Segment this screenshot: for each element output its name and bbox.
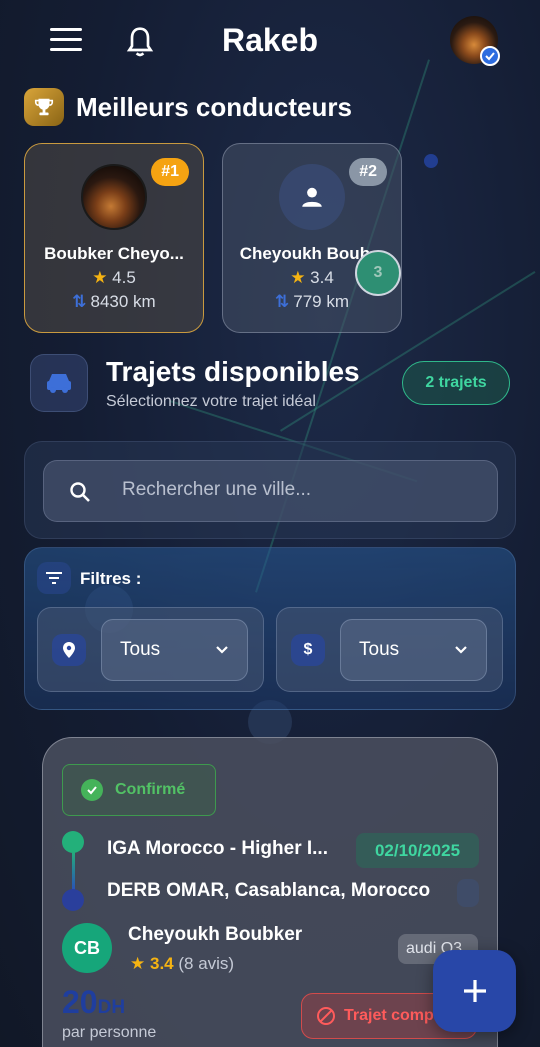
trophy-icon <box>24 88 64 126</box>
distance-icon: ⇅ <box>72 292 87 311</box>
block-icon <box>317 1007 335 1025</box>
route-marker <box>457 879 479 907</box>
search-input[interactable]: Rechercher une ville... <box>43 460 498 522</box>
distance-icon: ⇅ <box>275 292 290 311</box>
trips-subtitle: Sélectionnez votre trajet idéal <box>106 393 316 410</box>
add-trip-button[interactable] <box>433 950 516 1032</box>
location-select-value: Tous <box>120 639 161 660</box>
route-end-dot <box>62 889 84 911</box>
star-icon: ★ <box>290 268 306 287</box>
filter-icon <box>37 562 71 594</box>
verified-check-icon <box>480 46 500 66</box>
chevron-down-icon <box>215 642 229 660</box>
trip-destination: DERB OMAR, Casablanca, Morocco <box>107 880 431 901</box>
driver-card[interactable]: #2 Cheyoukh Boub... ★ 3.4 ⇅ 779 km <box>222 143 402 333</box>
search-icon <box>68 480 92 509</box>
driver-rating: ★ 4.5 <box>92 268 136 287</box>
car-icon <box>30 354 88 412</box>
background-glow <box>424 154 438 168</box>
driver-avatar <box>81 164 147 230</box>
price-select-value: Tous <box>359 639 400 660</box>
driver-name: Boubker Cheyo... <box>44 244 184 263</box>
driver-initials-avatar: CB <box>62 923 112 973</box>
status-badge: Confirmé <box>62 764 216 816</box>
price-unit: par personne <box>62 1024 157 1041</box>
star-icon: ★ <box>130 954 146 973</box>
rank-badge: #2 <box>349 158 387 186</box>
price-select[interactable]: Tous <box>340 619 487 681</box>
plus-icon <box>463 980 486 1002</box>
person-icon <box>279 164 345 230</box>
trip-price: 20DH <box>62 984 126 1020</box>
filters-panel: Filtres : Tous $ Tous <box>24 547 516 710</box>
top-drivers-title: Meilleurs conducteurs <box>76 92 352 122</box>
route-line <box>72 851 75 891</box>
route-start-dot <box>62 831 84 853</box>
check-circle-icon <box>81 779 103 801</box>
trip-card[interactable]: Confirmé IGA Morocco - Higher I... 02/10… <box>42 737 498 1047</box>
price-filter: $ Tous <box>276 607 503 692</box>
location-pin-icon <box>52 634 86 666</box>
trips-title: Trajets disponibles <box>106 356 360 387</box>
location-select[interactable]: Tous <box>101 619 248 681</box>
search-panel: Rechercher une ville... <box>24 441 516 539</box>
trip-driver-name: Cheyoukh Boubker <box>128 924 303 945</box>
chevron-down-icon <box>454 642 468 660</box>
trips-count-badge: 2 trajets <box>402 361 510 405</box>
floating-count-badge: 3 <box>355 250 401 296</box>
app-header: Rakeb <box>0 0 540 84</box>
dollar-icon: $ <box>291 634 325 666</box>
trip-date: 02/10/2025 <box>356 833 479 868</box>
driver-card[interactable]: #1 Boubker Cheyo... ★ 4.5 ⇅ 8430 km <box>24 143 204 333</box>
location-filter: Tous <box>37 607 264 692</box>
search-placeholder: Rechercher une ville... <box>122 479 312 500</box>
rank-badge: #1 <box>151 158 189 186</box>
star-icon: ★ <box>92 268 108 287</box>
filters-label: Filtres : <box>80 569 142 588</box>
trip-departure: IGA Morocco - Higher I... <box>107 838 328 859</box>
trip-driver-rating: ★ 3.4 (8 avis) <box>130 954 235 973</box>
status-label: Confirmé <box>115 781 186 798</box>
driver-distance: ⇅ 8430 km <box>72 292 156 311</box>
